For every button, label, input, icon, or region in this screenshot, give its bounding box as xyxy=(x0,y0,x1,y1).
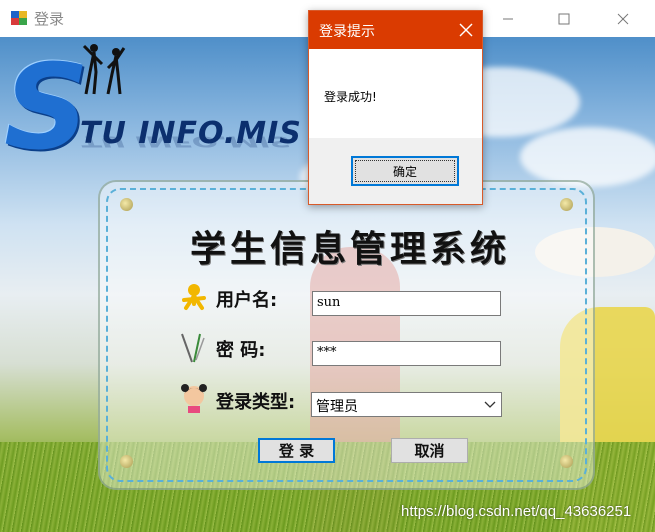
app-icon xyxy=(11,11,27,25)
dialog-close-icon[interactable] xyxy=(456,20,476,40)
minimize-icon xyxy=(503,18,513,19)
dialog-ok-button[interactable]: 确定 xyxy=(351,156,459,186)
key-icon xyxy=(181,333,205,363)
dialog-title: 登录提示 xyxy=(319,24,375,40)
window-title: 登录 xyxy=(34,10,65,28)
close-button[interactable] xyxy=(600,0,646,37)
rivet xyxy=(120,455,133,468)
maximize-button[interactable] xyxy=(541,0,587,37)
rivet xyxy=(560,455,573,468)
cloud xyxy=(520,127,655,187)
login-button[interactable]: 登 录 xyxy=(258,438,335,463)
message-dialog: 登录提示 登录成功! 确定 xyxy=(308,10,483,205)
login-panel: 学生信息管理系统 用户名: sun 密 码: *** 登录类型: 管理员 登 录… xyxy=(98,180,595,490)
dialog-message: 登录成功! xyxy=(324,90,377,104)
minimize-button[interactable] xyxy=(485,0,531,37)
logo-letter: S xyxy=(4,38,89,176)
maximize-icon xyxy=(558,13,570,24)
role-select-value: 管理员 xyxy=(316,399,358,415)
avatar-icon xyxy=(181,384,207,413)
logo: S TU INFO.MIS TU INFO.MIS xyxy=(0,38,330,176)
close-icon xyxy=(617,13,629,24)
rivet xyxy=(560,198,573,211)
dialog-title-bar: 登录提示 xyxy=(309,11,482,49)
dancers-silhouette xyxy=(82,44,126,95)
user-icon xyxy=(182,284,206,310)
focus-rect xyxy=(355,160,455,182)
dialog-body: 登录成功! xyxy=(309,49,482,138)
password-label: 密 码: xyxy=(216,340,266,361)
chevron-down-icon xyxy=(484,401,496,408)
login-window: 登录 S TU INFO.MIS TU INFO.MIS 学生信息管理系统 用户… xyxy=(0,0,655,532)
watermark: https://blog.csdn.net/qq_43636251 xyxy=(401,503,632,520)
role-select[interactable]: 管理员 xyxy=(311,392,502,417)
logo-reflection: TU INFO.MIS xyxy=(80,132,291,151)
cancel-button[interactable]: 取消 xyxy=(391,438,468,463)
role-label: 登录类型: xyxy=(216,392,296,413)
rivet xyxy=(120,198,133,211)
dialog-footer: 确定 xyxy=(309,138,482,204)
system-title: 学生信息管理系统 xyxy=(189,229,510,270)
username-label: 用户名: xyxy=(216,290,278,311)
username-input[interactable]: sun xyxy=(312,291,501,316)
password-input[interactable]: *** xyxy=(312,341,501,366)
